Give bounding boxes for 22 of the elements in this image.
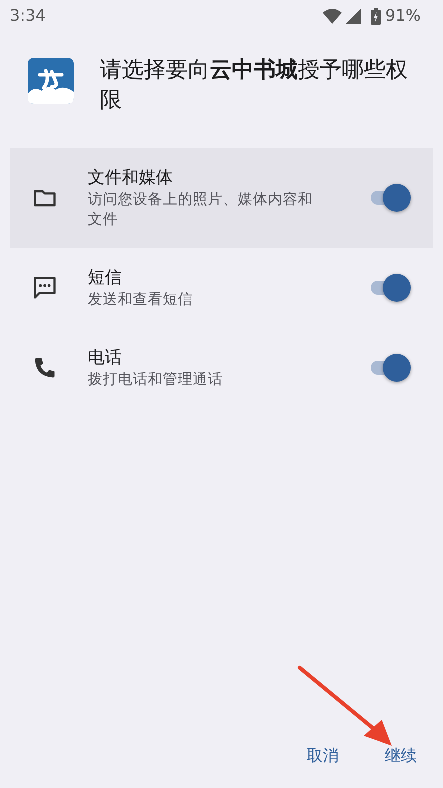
permission-description: 访问您设备上的照片、媒体内容和文件 — [88, 190, 314, 230]
permission-label: 电话 — [88, 347, 123, 370]
app-logo-icon — [28, 58, 74, 104]
permission-label: 文件和媒体 — [88, 167, 174, 190]
permission-description: 拨打电话和管理通话 — [88, 371, 224, 390]
message-icon — [32, 275, 58, 301]
toggle-switch[interactable] — [371, 184, 411, 212]
permission-row[interactable]: 短信 发送和查看短信 — [10, 248, 433, 328]
wifi-icon — [323, 8, 342, 24]
permission-row[interactable]: 文件和媒体 访问您设备上的照片、媒体内容和文件 — [10, 148, 433, 248]
toggle-switch[interactable] — [371, 274, 411, 302]
permission-row[interactable]: 电话 拨打电话和管理通话 — [10, 328, 433, 408]
battery-icon — [371, 8, 382, 24]
dialog-button[interactable]: 取消 — [303, 738, 343, 774]
battery-level: 91% — [385, 5, 421, 27]
permission-description: 发送和查看短信 — [88, 291, 194, 310]
dialog-title: 请选择要向云中书城授予哪些权限 — [100, 57, 409, 115]
signal-icon — [346, 8, 362, 24]
toggle-switch[interactable] — [371, 354, 411, 382]
dialog-button[interactable]: 继续 — [381, 738, 421, 774]
status-time: 3:34 — [10, 5, 46, 27]
permission-label: 短信 — [88, 267, 123, 290]
